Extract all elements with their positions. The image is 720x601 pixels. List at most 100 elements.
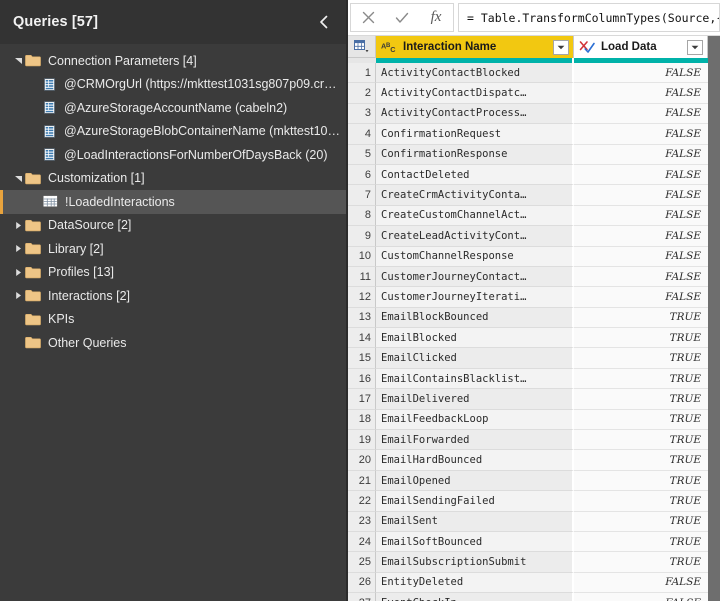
table-row[interactable]: 24 EmailSoftBounced TRUE: [348, 531, 708, 553]
row-number[interactable]: 12: [348, 287, 376, 308]
row-number[interactable]: 22: [348, 491, 376, 512]
cell-interaction-name[interactable]: CustomChannelResponse: [376, 246, 574, 267]
table-row[interactable]: 27EventCheckInFALSE: [348, 593, 708, 601]
cell-interaction-name[interactable]: ConfirmationResponse: [376, 144, 574, 165]
cell-load-data[interactable]: FALSE: [574, 572, 708, 594]
tree-item-azurestorageblobcontainername-mkttest103[interactable]: @AzureStorageBlobContainerName (mkttest1…: [0, 120, 346, 144]
close-icon[interactable]: [351, 4, 385, 31]
chevron-right-icon[interactable]: [12, 291, 25, 300]
table-row[interactable]: 5 ConfirmationResponse FALSE: [348, 144, 708, 165]
row-number[interactable]: 20: [348, 450, 376, 471]
cell-interaction-name[interactable]: EmailOpened: [376, 470, 574, 492]
chevron-right-icon[interactable]: [12, 244, 25, 253]
tree-item-connection-parameters-4[interactable]: Connection Parameters [4]: [0, 49, 346, 73]
row-number[interactable]: 16: [348, 368, 376, 390]
table-row[interactable]: 13 EmailBlockBounced TRUE: [348, 307, 708, 329]
cell-load-data[interactable]: FALSE: [574, 124, 708, 145]
table-row[interactable]: 20 EmailHardBounced TRUE: [348, 450, 708, 471]
row-number[interactable]: 6: [348, 164, 376, 186]
row-number[interactable]: 24: [348, 531, 376, 553]
tree-item-datasource-2[interactable]: DataSource [2]: [0, 214, 346, 238]
cell-load-data[interactable]: TRUE: [574, 307, 708, 329]
cell-load-data[interactable]: FALSE: [574, 226, 708, 247]
table-row[interactable]: 8 CreateCustomChannelAct… FALSE: [348, 205, 708, 227]
cell-load-data[interactable]: FALSE: [574, 266, 708, 288]
fx-icon[interactable]: fx: [419, 4, 453, 31]
row-number[interactable]: 9: [348, 226, 376, 247]
cell-interaction-name[interactable]: EmailSent: [376, 511, 574, 532]
cell-load-data[interactable]: TRUE: [574, 511, 708, 532]
table-row[interactable]: 16 EmailContainsBlacklist… TRUE: [348, 368, 708, 390]
row-number[interactable]: 8: [348, 205, 376, 227]
row-number[interactable]: 1: [348, 63, 376, 84]
table-row[interactable]: 15 EmailClicked TRUE: [348, 348, 708, 369]
cell-interaction-name[interactable]: EmailDelivered: [376, 389, 574, 410]
chevron-left-icon[interactable]: [312, 11, 334, 33]
cell-interaction-name[interactable]: CustomerJourneyIterati…: [376, 287, 574, 308]
row-number[interactable]: 11: [348, 266, 376, 288]
select-all-table-icon[interactable]: [348, 36, 376, 58]
table-row[interactable]: 21 EmailOpened TRUE: [348, 470, 708, 492]
cell-load-data[interactable]: FALSE: [574, 205, 708, 227]
row-number[interactable]: 15: [348, 348, 376, 369]
cell-load-data[interactable]: TRUE: [574, 409, 708, 431]
cell-interaction-name[interactable]: ActivityContactProcess…: [376, 103, 574, 125]
cell-load-data[interactable]: FALSE: [574, 287, 708, 308]
cell-interaction-name[interactable]: EmailBlockBounced: [376, 307, 574, 329]
formula-input[interactable]: = Table.TransformColumnTypes(Source,{{: [458, 3, 720, 32]
row-number[interactable]: 10: [348, 246, 376, 267]
cell-interaction-name[interactable]: EmailForwarded: [376, 430, 574, 451]
cell-interaction-name[interactable]: CustomerJourneyContact…: [376, 266, 574, 288]
cell-load-data[interactable]: FALSE: [574, 144, 708, 165]
table-row[interactable]: 2 ActivityContactDispatc… FALSE: [348, 83, 708, 104]
table-row[interactable]: 18 EmailFeedbackLoop TRUE: [348, 409, 708, 431]
cell-load-data[interactable]: TRUE: [574, 368, 708, 390]
cell-interaction-name[interactable]: EmailClicked: [376, 348, 574, 369]
row-number[interactable]: 5: [348, 144, 376, 165]
cell-interaction-name[interactable]: EmailContainsBlacklist…: [376, 368, 574, 390]
chevron-right-icon[interactable]: [12, 221, 25, 230]
table-row[interactable]: 23 EmailSent TRUE: [348, 511, 708, 532]
row-number[interactable]: 21: [348, 470, 376, 492]
tree-item-loadinteractionsfornumberofdaysback-20[interactable]: @LoadInteractionsForNumberOfDaysBack (20…: [0, 143, 346, 167]
cell-interaction-name[interactable]: EmailBlocked: [376, 328, 574, 349]
cell-load-data[interactable]: FALSE: [574, 63, 708, 84]
cell-load-data[interactable]: FALSE: [574, 103, 708, 125]
tree-item-other-queries[interactable]: Other Queries: [0, 331, 346, 355]
row-number[interactable]: 3: [348, 103, 376, 125]
cell-interaction-name[interactable]: CreateLeadActivityCont…: [376, 226, 574, 247]
cell-interaction-name[interactable]: EmailFeedbackLoop: [376, 409, 574, 431]
table-row[interactable]: 10 CustomChannelResponse FALSE: [348, 246, 708, 267]
chevron-right-icon[interactable]: [12, 268, 25, 277]
chevron-down-icon[interactable]: [12, 56, 25, 65]
tree-item-customization-1[interactable]: Customization [1]: [0, 167, 346, 191]
cell-interaction-name[interactable]: ContactDeleted: [376, 164, 574, 186]
cell-load-data[interactable]: TRUE: [574, 552, 708, 573]
table-row[interactable]: 6 ContactDeleted FALSE: [348, 164, 708, 186]
cell-interaction-name[interactable]: EntityDeleted: [376, 572, 574, 594]
cell-load-data[interactable]: FALSE: [574, 164, 708, 186]
chevron-down-icon[interactable]: [553, 39, 569, 55]
row-number[interactable]: 18: [348, 409, 376, 431]
cell-load-data[interactable]: FALSE: [574, 83, 708, 104]
row-number[interactable]: 2: [348, 83, 376, 104]
row-number[interactable]: 19: [348, 430, 376, 451]
table-row[interactable]: 25 EmailSubscriptionSubmit TRUE: [348, 552, 708, 573]
tree-item-library-2[interactable]: Library [2]: [0, 237, 346, 261]
table-row[interactable]: 19 EmailForwarded TRUE: [348, 430, 708, 451]
cell-interaction-name[interactable]: EmailHardBounced: [376, 450, 574, 471]
table-row[interactable]: 17 EmailDelivered TRUE: [348, 389, 708, 410]
row-number[interactable]: 7: [348, 185, 376, 206]
table-row[interactable]: 7 CreateCrmActivityConta… FALSE: [348, 185, 708, 206]
cell-interaction-name[interactable]: EmailSubscriptionSubmit: [376, 552, 574, 573]
row-number[interactable]: 13: [348, 307, 376, 329]
table-row[interactable]: 22 EmailSendingFailed TRUE: [348, 491, 708, 512]
cell-load-data[interactable]: FALSE: [574, 185, 708, 206]
cell-load-data[interactable]: TRUE: [574, 389, 708, 410]
column-header-load-data[interactable]: Load Data: [574, 36, 708, 58]
tree-item-azurestorageaccountname-cabeln2[interactable]: @AzureStorageAccountName (cabeln2): [0, 96, 346, 120]
row-number[interactable]: 14: [348, 328, 376, 349]
cell-interaction-name[interactable]: CreateCustomChannelAct…: [376, 205, 574, 227]
cell-load-data[interactable]: TRUE: [574, 450, 708, 471]
tree-item-crmorgurl-https-mkttest1031sg807p09-crm1[interactable]: @CRMOrgUrl (https://mkttest1031sg807p09.…: [0, 73, 346, 97]
